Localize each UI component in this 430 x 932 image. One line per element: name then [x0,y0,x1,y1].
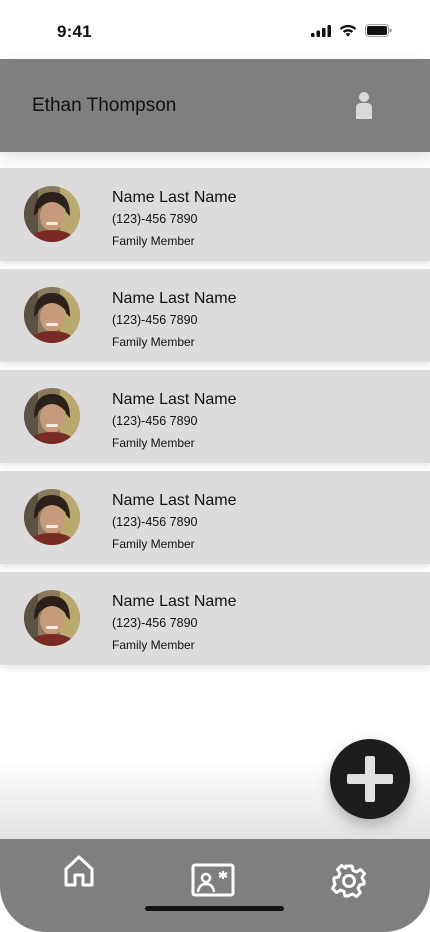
contact-name: Name Last Name [112,290,237,307]
tab-home[interactable] [40,839,120,932]
contact-card[interactable]: Name Last Name (123)-456 7890 Family Mem… [0,168,430,261]
contact-name: Name Last Name [112,492,237,509]
plus-icon [347,756,393,802]
tab-settings[interactable] [309,839,389,932]
wifi-icon [339,24,357,37]
avatar [24,388,80,444]
contact-phone: (123)-456 7890 [112,616,198,630]
contact-relation: Family Member [112,335,195,349]
contact-name: Name Last Name [112,189,237,206]
contact-relation: Family Member [112,436,195,450]
contact-phone: (123)-456 7890 [112,515,198,529]
contact-card[interactable]: Name Last Name (123)-456 7890 Family Mem… [0,572,430,665]
contact-list: Name Last Name (123)-456 7890 Family Mem… [0,168,430,673]
contact-phone: (123)-456 7890 [112,313,198,327]
contact-phone: (123)-456 7890 [112,414,198,428]
gear-icon [331,864,366,898]
contact-relation: Family Member [112,537,195,551]
contact-card-icon [191,863,235,897]
contact-card[interactable]: Name Last Name (123)-456 7890 Family Mem… [0,471,430,564]
contact-card[interactable]: Name Last Name (123)-456 7890 Family Mem… [0,370,430,463]
cellular-signal-icon [311,24,331,37]
home-icon [64,855,94,887]
avatar [24,287,80,343]
avatar [24,590,80,646]
status-icons [311,24,392,37]
contact-card[interactable]: Name Last Name (123)-456 7890 Family Mem… [0,269,430,362]
header: Ethan Thompson [0,59,430,152]
avatar [24,489,80,545]
contact-relation: Family Member [112,234,195,248]
status-bar: 9:41 [0,0,430,60]
page-title: Ethan Thompson [32,95,177,116]
profile-icon[interactable] [352,91,376,121]
contact-relation: Family Member [112,638,195,652]
contact-phone: (123)-456 7890 [112,212,198,226]
avatar [24,186,80,242]
home-indicator [145,906,284,911]
contact-name: Name Last Name [112,593,237,610]
add-contact-button[interactable] [330,739,410,819]
tab-bar [0,839,430,932]
tab-contacts[interactable] [173,839,253,932]
battery-icon [365,24,392,37]
status-time: 9:41 [57,22,92,41]
contact-name: Name Last Name [112,391,237,408]
